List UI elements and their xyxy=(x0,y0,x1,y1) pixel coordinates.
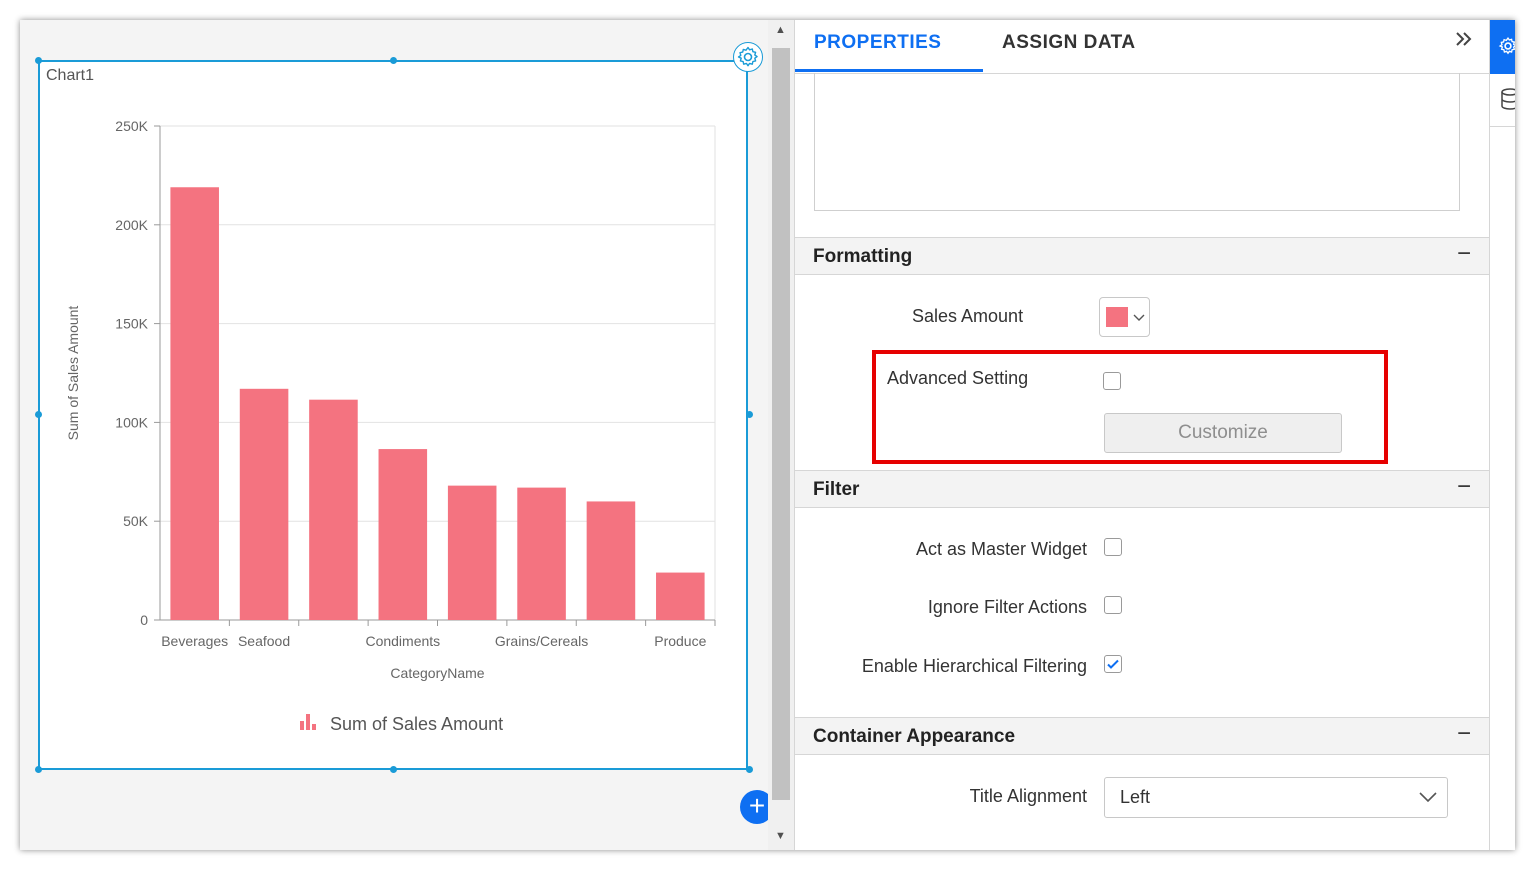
y-tick-label: 50K xyxy=(123,513,149,529)
title-alignment-label: Title Alignment xyxy=(969,786,1087,806)
legend-icon xyxy=(306,714,310,730)
checkmark-icon xyxy=(1107,659,1119,669)
y-tick-label: 0 xyxy=(140,612,148,628)
bar xyxy=(170,187,219,621)
data-source-rail-button[interactable] xyxy=(1490,74,1515,127)
collapse-section-icon[interactable]: − xyxy=(1457,720,1471,748)
x-tick-label: Condiments xyxy=(365,633,440,649)
container-appearance-section-header[interactable]: Container Appearance − xyxy=(795,717,1490,755)
filter-title: Filter xyxy=(813,479,860,500)
right-icon-rail xyxy=(1489,20,1515,850)
x-axis-title: CategoryName xyxy=(390,665,484,681)
scroll-down-icon[interactable]: ▼ xyxy=(775,830,786,842)
x-tick-label: Beverages xyxy=(161,633,228,649)
panel-tabs: PROPERTIES ASSIGN DATA xyxy=(795,20,1490,74)
gear-icon xyxy=(1498,36,1515,55)
collapse-section-icon[interactable]: − xyxy=(1457,240,1471,268)
bar xyxy=(378,449,428,620)
hierarchical-filter-label: Enable Hierarchical Filtering xyxy=(861,656,1087,676)
plus-icon: + xyxy=(748,790,766,821)
x-tick-label: Produce xyxy=(654,633,706,649)
x-tick-label: Seafood xyxy=(238,633,290,649)
ignore-filter-checkbox[interactable] xyxy=(1104,596,1122,614)
customize-button[interactable]: Customize xyxy=(1104,413,1342,453)
bar xyxy=(239,388,289,620)
y-tick-label: 150K xyxy=(115,316,148,332)
x-tick-label: Grains/Cereals xyxy=(495,633,588,649)
chevron-down-icon xyxy=(1133,314,1145,321)
properties-panel: PROPERTIES ASSIGN DATA Formatting − Sale… xyxy=(794,20,1490,850)
y-tick-label: 100K xyxy=(115,414,148,430)
legend-icon xyxy=(312,724,316,730)
legend-icon xyxy=(300,721,304,730)
title-alignment-value: Left xyxy=(1120,787,1151,807)
bar xyxy=(586,501,636,620)
hierarchical-filter-checkbox[interactable] xyxy=(1104,655,1122,673)
canvas-scrollbar[interactable]: ▲ ▼ xyxy=(768,20,794,850)
dashboard-canvas: Chart1 0 50K 100K 150K 200K 250K Beverages Seaf… xyxy=(20,20,774,850)
database-icon xyxy=(1501,88,1515,110)
bar xyxy=(656,572,705,620)
formatting-title: Formatting xyxy=(813,246,913,267)
y-tick-label: 250K xyxy=(115,118,148,134)
advanced-setting-checkbox[interactable] xyxy=(1103,372,1121,390)
tab-assign-data[interactable]: ASSIGN DATA xyxy=(1002,32,1136,54)
chevron-down-icon xyxy=(1419,792,1437,803)
formatting-section-header[interactable]: Formatting − xyxy=(795,237,1490,275)
bar xyxy=(447,485,497,620)
container-appearance-title: Container Appearance xyxy=(813,726,1016,747)
series-color-picker[interactable] xyxy=(1099,297,1150,337)
title-alignment-dropdown[interactable]: Left xyxy=(1104,777,1448,818)
bar-chart: 0 50K 100K 150K 200K 250K Beverages Seafood Cond… xyxy=(65,118,716,734)
master-widget-label: Act as Master Widget xyxy=(915,539,1087,559)
widget-settings-button[interactable] xyxy=(733,42,763,72)
ignore-filter-label: Ignore Filter Actions xyxy=(927,597,1087,617)
active-tab-indicator xyxy=(795,69,983,72)
double-chevron-right-icon xyxy=(1456,32,1472,46)
collapse-panel-button[interactable] xyxy=(1453,28,1475,57)
filter-section-header[interactable]: Filter − xyxy=(795,470,1490,508)
y-tick-label: 200K xyxy=(115,217,148,233)
color-swatch xyxy=(1106,307,1128,327)
master-widget-checkbox[interactable] xyxy=(1104,538,1122,556)
series-color-label: Sales Amount xyxy=(912,306,1024,326)
properties-rail-button[interactable] xyxy=(1490,20,1515,74)
y-axis-title: Sum of Sales Amount xyxy=(65,306,81,441)
description-textarea[interactable] xyxy=(814,73,1460,211)
bar xyxy=(517,487,566,620)
advanced-setting-label: Advanced Setting xyxy=(887,368,1029,388)
bar xyxy=(309,399,358,620)
scroll-up-icon[interactable]: ▲ xyxy=(775,24,786,36)
scrollbar-thumb[interactable] xyxy=(772,48,790,800)
legend-label: Sum of Sales Amount xyxy=(330,714,503,734)
designer-window: Chart1 0 50K 100K 150K 200K 250K Beverages Seaf… xyxy=(20,20,1515,850)
tab-properties[interactable]: PROPERTIES xyxy=(814,32,941,54)
gear-icon xyxy=(737,46,758,67)
collapse-section-icon[interactable]: − xyxy=(1457,473,1471,501)
